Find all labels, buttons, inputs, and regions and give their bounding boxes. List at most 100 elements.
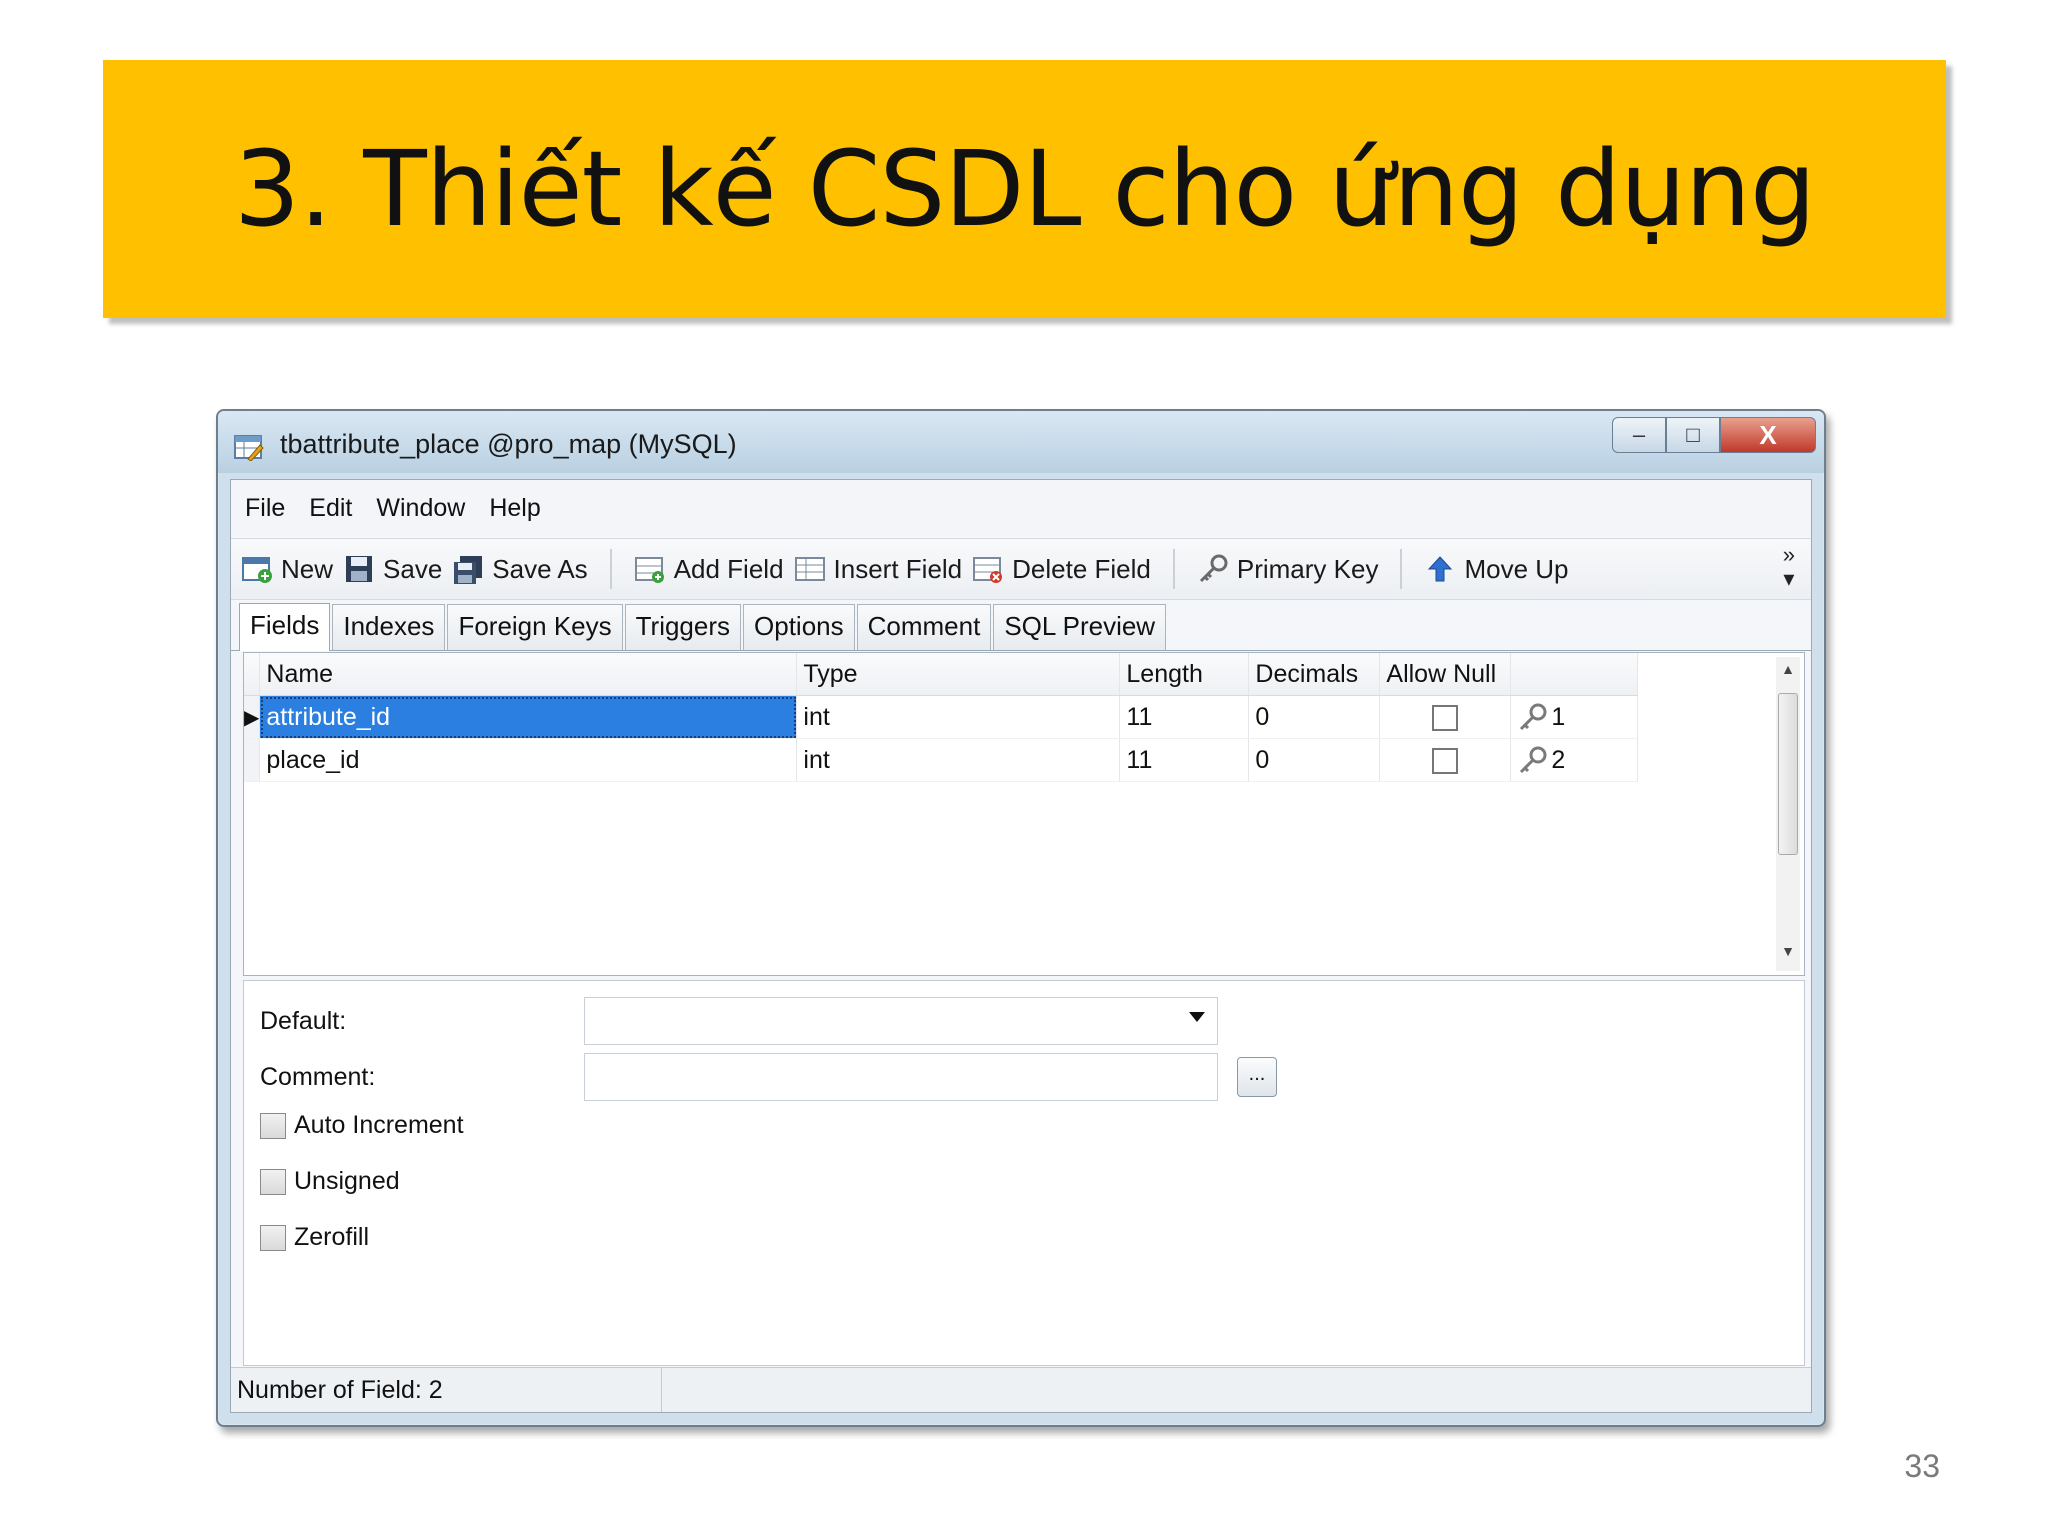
dropdown-arrow-icon bbox=[1189, 1012, 1205, 1022]
allow-null-checkbox[interactable] bbox=[1432, 747, 1459, 774]
menu-file[interactable]: File bbox=[231, 494, 297, 523]
key-order: 2 bbox=[1551, 745, 1566, 774]
row-selector[interactable] bbox=[244, 738, 261, 782]
minimize-button[interactable]: – bbox=[1612, 417, 1666, 453]
menu-window[interactable]: Window bbox=[364, 494, 477, 523]
field-properties-panel: Default: Comment: ... Auto Increment Uns… bbox=[243, 980, 1805, 1366]
tab-foreign-keys[interactable]: Foreign Keys bbox=[447, 604, 623, 650]
field-decimals-cell[interactable]: 0 bbox=[1248, 738, 1381, 782]
comment-label: Comment: bbox=[260, 1063, 376, 1091]
add-field-button-label: Add Field bbox=[673, 553, 784, 584]
tab-sql-preview[interactable]: SQL Preview bbox=[993, 604, 1167, 650]
menu-bar: File Edit Window Help bbox=[231, 480, 1811, 536]
new-button-label: New bbox=[281, 553, 334, 584]
auto-increment-option[interactable]: Auto Increment bbox=[260, 1111, 464, 1140]
column-header-allow-null[interactable]: Allow Null bbox=[1379, 653, 1512, 696]
toolbar-separator bbox=[1172, 549, 1175, 589]
delete-field-button-label: Delete Field bbox=[1012, 553, 1151, 584]
save-button[interactable]: Save bbox=[343, 554, 442, 585]
tab-triggers[interactable]: Triggers bbox=[624, 604, 742, 650]
row-header-corner bbox=[244, 653, 261, 696]
tab-indexes[interactable]: Indexes bbox=[332, 604, 446, 650]
page-number: 33 bbox=[1904, 1448, 1940, 1484]
auto-increment-checkbox[interactable] bbox=[260, 1112, 286, 1139]
field-type-cell[interactable]: int bbox=[796, 695, 1121, 739]
window-titlebar[interactable]: tbattribute_place @pro_map (MySQL) – □ X bbox=[218, 411, 1824, 473]
toolbar: New Save Save As Add Field Insert Field … bbox=[231, 538, 1811, 600]
double-chevron-icon: » bbox=[1782, 542, 1795, 567]
save-as-button[interactable]: Save As bbox=[452, 553, 588, 585]
column-header-type[interactable]: Type bbox=[796, 653, 1121, 696]
vertical-scrollbar[interactable]: ▲ ▼ bbox=[1776, 657, 1800, 971]
status-bar: Number of Field: 2 bbox=[231, 1367, 1811, 1412]
tab-comment[interactable]: Comment bbox=[856, 604, 992, 650]
add-field-button[interactable]: Add Field bbox=[634, 554, 784, 585]
insert-field-button[interactable]: Insert Field bbox=[794, 553, 963, 585]
field-length-cell[interactable]: 11 bbox=[1119, 738, 1250, 782]
scrollbar-thumb[interactable] bbox=[1778, 693, 1798, 855]
designer-tabs: Fields Indexes Foreign Keys Triggers Opt… bbox=[231, 600, 1811, 651]
add-field-icon bbox=[634, 557, 664, 583]
zerofill-label: Zerofill bbox=[294, 1223, 370, 1251]
table-row[interactable]: ▶ attribute_id int 11 0 1 bbox=[244, 695, 1639, 739]
key-cell[interactable]: 1 bbox=[1510, 695, 1639, 739]
fields-table: Name Type Length Decimals Allow Null ▶ a… bbox=[244, 653, 1639, 782]
field-name-cell[interactable]: place_id bbox=[259, 738, 798, 782]
field-length-cell[interactable]: 11 bbox=[1119, 695, 1250, 739]
arrow-up-icon bbox=[1428, 556, 1453, 582]
key-icon bbox=[1199, 554, 1228, 583]
unsigned-checkbox[interactable] bbox=[260, 1168, 286, 1195]
toolbar-separator bbox=[1400, 549, 1403, 589]
menu-edit[interactable]: Edit bbox=[297, 494, 364, 523]
toolbar-overflow-button[interactable]: » ▾ bbox=[1783, 543, 1795, 591]
table-row[interactable]: place_id int 11 0 2 bbox=[244, 738, 1639, 782]
table-header-row: Name Type Length Decimals Allow Null bbox=[244, 653, 1639, 696]
column-header-decimals[interactable]: Decimals bbox=[1248, 653, 1381, 696]
window-client-area: File Edit Window Help New Save Save As A… bbox=[230, 479, 1812, 1413]
window-controls: – □ X bbox=[1612, 417, 1816, 453]
key-icon bbox=[1520, 703, 1547, 731]
fields-grid: Name Type Length Decimals Allow Null ▶ a… bbox=[243, 652, 1805, 976]
field-name-cell[interactable]: attribute_id bbox=[259, 695, 798, 739]
row-selector-arrow[interactable]: ▶ bbox=[244, 695, 261, 739]
zerofill-checkbox[interactable] bbox=[260, 1224, 286, 1251]
scroll-up-arrow-icon[interactable]: ▲ bbox=[1776, 661, 1800, 685]
column-header-name[interactable]: Name bbox=[259, 653, 798, 696]
column-header-length[interactable]: Length bbox=[1119, 653, 1250, 696]
column-header-key bbox=[1510, 653, 1639, 696]
field-decimals-cell[interactable]: 0 bbox=[1248, 695, 1381, 739]
slide-title: 3. Thiết kế CSDL cho ứng dụng bbox=[234, 128, 1816, 250]
allow-null-cell[interactable] bbox=[1379, 738, 1512, 782]
maximize-button[interactable]: □ bbox=[1666, 417, 1720, 453]
unsigned-label: Unsigned bbox=[294, 1167, 400, 1195]
table-app-icon bbox=[234, 435, 264, 461]
comment-field[interactable] bbox=[584, 1053, 1218, 1101]
save-as-button-label: Save As bbox=[492, 553, 588, 584]
close-button[interactable]: X bbox=[1720, 417, 1816, 453]
primary-key-button[interactable]: Primary Key bbox=[1197, 554, 1378, 585]
key-cell[interactable]: 2 bbox=[1510, 738, 1639, 782]
window-title: tbattribute_place @pro_map (MySQL) bbox=[280, 429, 737, 459]
allow-null-checkbox[interactable] bbox=[1432, 704, 1459, 731]
allow-null-cell[interactable] bbox=[1379, 695, 1512, 739]
default-dropdown[interactable] bbox=[584, 997, 1218, 1045]
table-designer-window: tbattribute_place @pro_map (MySQL) – □ X… bbox=[216, 409, 1826, 1427]
delete-field-icon bbox=[973, 557, 1003, 583]
delete-field-button[interactable]: Delete Field bbox=[972, 554, 1151, 585]
new-table-icon bbox=[242, 557, 272, 583]
unsigned-option[interactable]: Unsigned bbox=[260, 1167, 400, 1196]
new-button[interactable]: New bbox=[241, 554, 333, 585]
comment-ellipsis-button[interactable]: ... bbox=[1237, 1057, 1277, 1097]
tab-fields[interactable]: Fields bbox=[239, 603, 331, 651]
toolbar-separator bbox=[609, 549, 612, 589]
floppy-disk-icon bbox=[346, 556, 373, 582]
key-order: 1 bbox=[1551, 702, 1566, 731]
scroll-down-arrow-icon[interactable]: ▼ bbox=[1776, 943, 1800, 967]
insert-field-button-label: Insert Field bbox=[833, 553, 963, 584]
field-type-cell[interactable]: int bbox=[796, 738, 1121, 782]
menu-help[interactable]: Help bbox=[477, 494, 552, 523]
auto-increment-label: Auto Increment bbox=[294, 1111, 464, 1139]
zerofill-option[interactable]: Zerofill bbox=[260, 1223, 369, 1252]
move-up-button[interactable]: Move Up bbox=[1424, 554, 1569, 585]
tab-options[interactable]: Options bbox=[743, 604, 855, 650]
